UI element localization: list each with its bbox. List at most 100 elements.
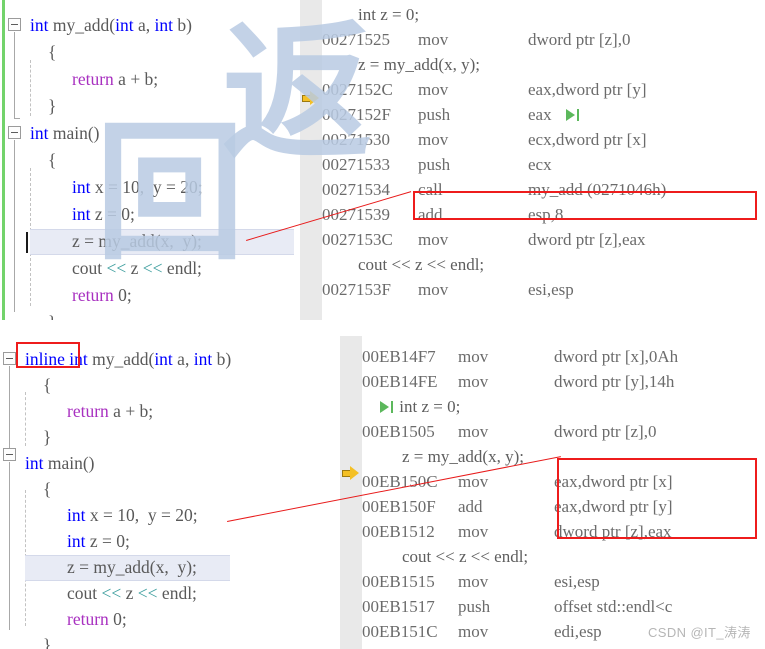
disassembly-source-text: cout << z << endl; bbox=[402, 547, 529, 566]
disassembly-instruction-row[interactable]: 00EB14F7 mov dword ptr [x],0Ah bbox=[362, 344, 765, 369]
instruction-address: 00EB14F7 bbox=[362, 347, 436, 366]
instruction-mnemonic: mov bbox=[458, 422, 489, 441]
instruction-address: 00EB1517 bbox=[362, 597, 435, 616]
instruction-address: 00EB14FE bbox=[362, 372, 438, 391]
source-line[interactable]: int z = 0; bbox=[0, 528, 340, 555]
disassembly-instruction-row[interactable]: 0027153F mov esi,esp bbox=[322, 277, 765, 302]
source-token: z = my_add(x, y); bbox=[72, 231, 202, 251]
source-token: b) bbox=[177, 15, 192, 35]
debug-gutter-top[interactable] bbox=[300, 0, 322, 320]
disassembly-source-text: int z = 0; bbox=[399, 397, 461, 416]
source-line[interactable]: } bbox=[0, 309, 300, 320]
instruction-mnemonic: mov bbox=[418, 80, 449, 99]
instruction-address: 00271533 bbox=[322, 155, 390, 174]
source-line[interactable]: cout << z << endl; bbox=[0, 255, 300, 282]
source-token: x = 10, y = 20; bbox=[85, 505, 198, 525]
source-editor-bottom[interactable]: inline int my_add(int a, int b){return a… bbox=[0, 336, 340, 649]
current-instruction-arrow-icon bbox=[342, 465, 360, 481]
source-token: b) bbox=[216, 349, 232, 369]
disassembly-instruction-row[interactable]: 00EB14FE mov dword ptr [y],14h bbox=[362, 369, 765, 394]
source-line[interactable]: int my_add(int a, int b) bbox=[0, 12, 300, 39]
instruction-address: 00271534 bbox=[322, 180, 390, 199]
debug-gutter-bottom[interactable] bbox=[340, 336, 362, 649]
source-line[interactable]: int z = 0; bbox=[0, 201, 300, 228]
disassembly-instruction-row[interactable]: 0027152F push eax bbox=[322, 102, 765, 127]
disassembly-instruction-row[interactable]: 00271525 mov dword ptr [z],0 bbox=[322, 27, 765, 52]
disassembly-instruction-row[interactable]: 00EB1505 mov dword ptr [z],0 bbox=[362, 419, 765, 444]
instruction-address: 0027153F bbox=[322, 280, 391, 299]
instruction-address: 00EB1512 bbox=[362, 522, 435, 541]
source-token: return bbox=[67, 401, 109, 421]
source-token: main() bbox=[52, 123, 100, 143]
source-token: a + b; bbox=[113, 69, 159, 89]
source-line[interactable]: int main() bbox=[0, 120, 300, 147]
source-line[interactable]: return a + b; bbox=[0, 398, 340, 425]
source-token: int bbox=[193, 349, 217, 369]
screenshot-root: int my_add(int a, int b) {return a + b;} i… bbox=[0, 0, 765, 649]
disassembly-view-top[interactable]: int z = 0; 00271525 mov dword ptr [z],0 z = … bbox=[322, 0, 765, 320]
source-token: cout bbox=[67, 583, 102, 603]
source-line[interactable]: int x = 10, y = 20; bbox=[0, 174, 300, 201]
source-line[interactable]: z = my_add(x, y); bbox=[0, 228, 300, 255]
run-to-cursor-icon[interactable] bbox=[565, 109, 581, 121]
source-line[interactable]: int x = 10, y = 20; bbox=[0, 502, 340, 529]
disassembly-instruction-row[interactable]: 00271533 push ecx bbox=[322, 152, 765, 177]
panel-separator bbox=[0, 320, 765, 336]
instruction-operands: offset std::endl<c bbox=[554, 597, 673, 616]
disassembly-instruction-row[interactable]: 00EB1515 mov esi,esp bbox=[362, 569, 765, 594]
source-token: return bbox=[67, 609, 109, 629]
source-token: int bbox=[72, 204, 91, 224]
instruction-operands: eax bbox=[528, 105, 552, 124]
disassembly-source-text: int z = 0; bbox=[358, 5, 420, 24]
disassembly-instruction-row[interactable]: 00271530 mov ecx,dword ptr [x] bbox=[322, 127, 765, 152]
source-line[interactable]: int main() bbox=[0, 450, 340, 477]
source-line[interactable]: { bbox=[0, 476, 340, 503]
source-line[interactable]: { bbox=[0, 39, 300, 66]
source-line[interactable]: } bbox=[0, 632, 340, 649]
instruction-operands: esi,esp bbox=[528, 280, 574, 299]
instruction-operands: dword ptr [z],0 bbox=[528, 30, 631, 49]
source-token: int bbox=[154, 349, 178, 369]
source-token: int bbox=[67, 531, 86, 551]
source-token: int bbox=[30, 15, 53, 35]
source-token: int bbox=[72, 177, 91, 197]
instruction-operands: dword ptr [z],eax bbox=[528, 230, 646, 249]
instruction-mnemonic: mov bbox=[458, 572, 489, 591]
disassembly-instruction-row[interactable]: 00EB1517 push offset std::endl<c bbox=[362, 594, 765, 619]
source-line[interactable]: } bbox=[0, 93, 300, 120]
source-token: } bbox=[48, 309, 56, 320]
source-token: main() bbox=[47, 453, 95, 473]
instruction-address: 00EB150F bbox=[362, 497, 436, 516]
instruction-operands: ecx bbox=[528, 155, 552, 174]
source-token: 0; bbox=[113, 285, 132, 305]
source-line[interactable]: return a + b; bbox=[0, 66, 300, 93]
source-line[interactable]: { bbox=[0, 147, 300, 174]
run-to-cursor-icon[interactable] bbox=[380, 401, 395, 413]
source-token: int bbox=[67, 505, 86, 525]
instruction-mnemonic: mov bbox=[418, 130, 449, 149]
source-token: my_add bbox=[52, 15, 110, 35]
source-editor-top[interactable]: int my_add(int a, int b) {return a + b;} i… bbox=[0, 0, 300, 320]
source-line[interactable]: } bbox=[0, 424, 340, 451]
source-token: << bbox=[137, 583, 158, 603]
source-token: int bbox=[115, 15, 138, 35]
source-token: z bbox=[126, 258, 143, 278]
disassembly-source-text: z = my_add(x, y); bbox=[358, 55, 480, 74]
debug-panel-inline-call: inline int my_add(int a, int b){return a… bbox=[0, 336, 765, 649]
annotation-box-call-instruction bbox=[413, 191, 757, 220]
source-line[interactable]: return 0; bbox=[0, 282, 300, 309]
source-line[interactable]: cout << z << endl; bbox=[0, 580, 340, 607]
instruction-mnemonic: push bbox=[418, 105, 451, 124]
instruction-mnemonic: mov bbox=[418, 230, 449, 249]
disassembly-source-line: cout << z << endl; bbox=[362, 544, 765, 569]
disassembly-instruction-row[interactable]: 0027153C mov dword ptr [z],eax bbox=[322, 227, 765, 252]
source-line[interactable]: return 0; bbox=[0, 606, 340, 633]
source-token: my_add bbox=[92, 349, 149, 369]
instruction-address: 00EB150C bbox=[362, 472, 438, 491]
disassembly-instruction-row[interactable]: 0027152C mov eax,dword ptr [y] bbox=[322, 77, 765, 102]
source-token: return bbox=[72, 69, 114, 89]
source-token: { bbox=[48, 150, 57, 170]
source-line[interactable]: { bbox=[0, 372, 340, 399]
source-line[interactable]: z = my_add(x, y); bbox=[0, 554, 340, 581]
disassembly-source-text: z = my_add(x, y); bbox=[402, 447, 524, 466]
